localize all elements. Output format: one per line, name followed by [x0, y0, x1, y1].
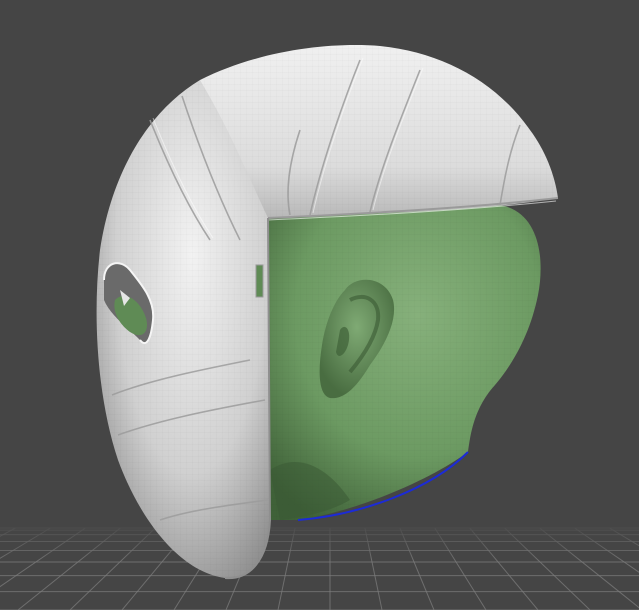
scene-canvas[interactable] — [0, 0, 639, 610]
helmet-slot — [255, 264, 264, 298]
3d-viewport[interactable] — [0, 0, 639, 610]
head-mesh[interactable] — [268, 205, 541, 521]
grid-fade — [0, 520, 639, 560]
